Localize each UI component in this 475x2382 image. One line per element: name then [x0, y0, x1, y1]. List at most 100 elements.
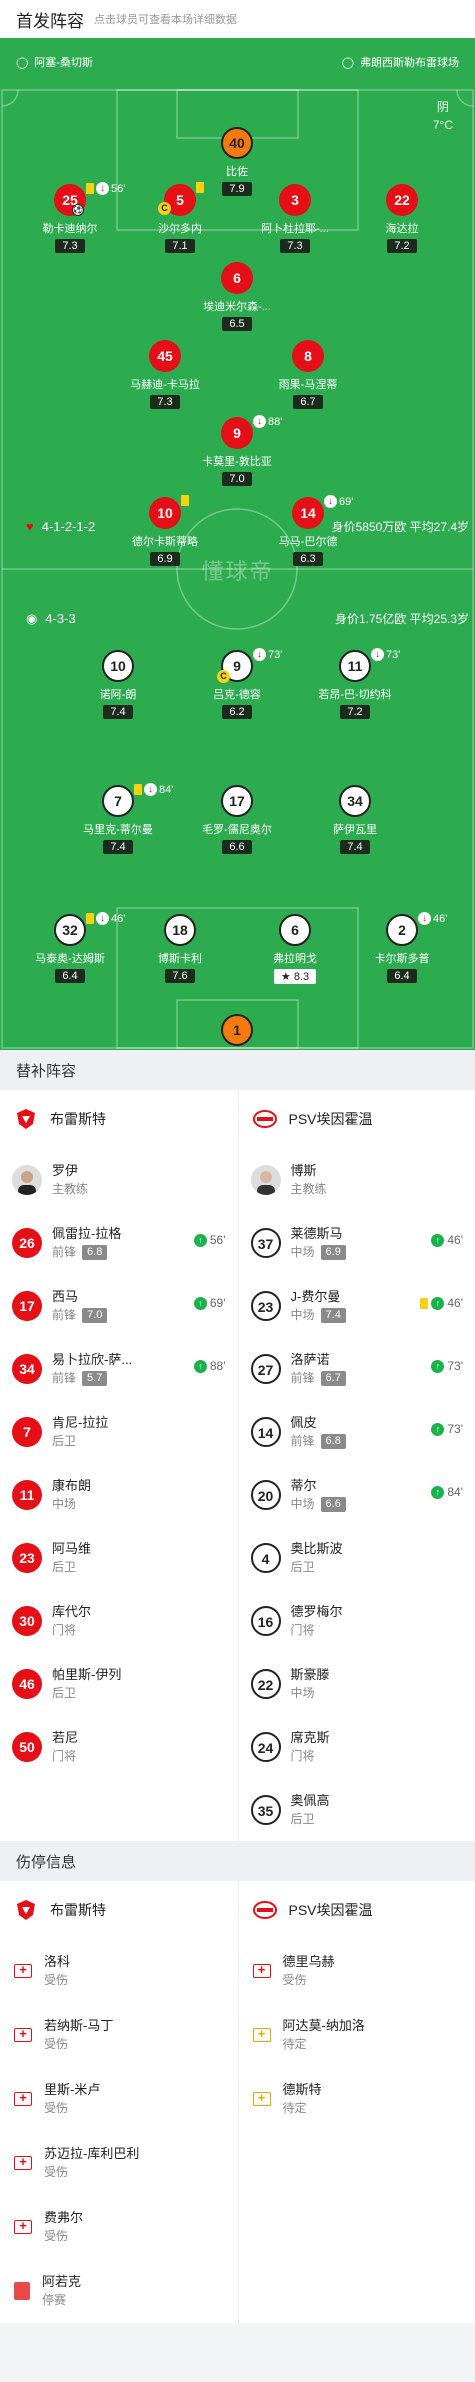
injury-status: 受伤 [44, 2101, 69, 2115]
player-events: ↓ 56' [86, 182, 125, 195]
home-injuries-team[interactable]: 布雷斯特 [0, 1881, 238, 1939]
sub-name: 斯豪滕 [290, 1666, 330, 1682]
captain-icon: C [158, 202, 171, 215]
home-formation-row: ♥ 4-1-2-1-2 身价5850万欧 平均27.4岁 [26, 518, 469, 535]
watermark: 懂球帝 [201, 559, 274, 584]
sub-rating: 6.8 [82, 1244, 108, 1260]
injury-row[interactable]: 苏迈拉-库利巴利受伤 [0, 2131, 238, 2195]
injury-row[interactable]: 费弗尔受伤 [0, 2195, 238, 2259]
injury-name: 阿若克 [42, 2274, 82, 2289]
sub-position-row: 前锋 7.0 [52, 1306, 108, 1325]
sub-row[interactable]: 16 德罗梅尔 门将 [239, 1589, 475, 1652]
away-player[interactable]: 32 ↓ 46' 马泰奥-达姆斯 6.4 [20, 912, 125, 984]
whistle-icon: ◯ [16, 56, 29, 69]
away-player[interactable]: 10 诺阿-朗 7.4 [68, 650, 168, 720]
home-player[interactable]: 3 阿卜杜拉耶-... 7.3 [245, 184, 345, 254]
home-player[interactable]: 9 ↓ 88' 卡莫里-敦比亚 7.0 [187, 415, 287, 487]
player-number: 34 [339, 785, 371, 817]
home-player[interactable]: 45 马赫迪-卡马拉 7.3 [115, 340, 215, 410]
injury-row[interactable]: 阿若克 停赛 [0, 2259, 238, 2323]
away-coach[interactable]: 博斯 主教练 [239, 1148, 475, 1211]
player-number: 10 [149, 497, 181, 529]
player-rating: 6.2 [222, 705, 252, 719]
away-injuries-team[interactable]: PSV埃因霍温 [239, 1881, 475, 1939]
sub-number: 46 [12, 1668, 42, 1699]
home-player[interactable]: 25 ⚽ ↓ 56' 勒卡迪纳尔 7.3 [20, 182, 125, 254]
player-rating: 7.3 [55, 239, 85, 253]
sub-row[interactable]: 50 若尼 门将 [0, 1715, 238, 1778]
injury-status: 受伤 [44, 2165, 69, 2179]
sub-row[interactable]: 4 奥比斯波 后卫 [239, 1526, 475, 1589]
away-player[interactable]: 34 萨伊瓦里 7.4 [305, 785, 405, 855]
injury-row[interactable]: 德斯特待定 [239, 2067, 475, 2131]
sub-row[interactable]: 34 易卜拉欣-萨... 前锋 5.7 ↑ 88' [0, 1337, 238, 1400]
injury-row[interactable]: 洛科受伤 [0, 1939, 238, 2003]
injury-row[interactable]: 里斯-米卢受伤 [0, 2067, 238, 2131]
sub-row[interactable]: 30 库代尔 门将 [0, 1589, 238, 1652]
medical-kit-icon [14, 1962, 32, 1978]
sub-position: 后卫 [290, 1559, 315, 1574]
away-player[interactable]: 7 ↓ 84' 马里克-蒂尔曼 7.4 [68, 783, 173, 855]
sub-name: 奥比斯波 [290, 1540, 343, 1556]
sub-row[interactable]: 35 奥佩高 后卫 [239, 1778, 475, 1841]
medical-kit-icon [14, 2218, 32, 2234]
away-player[interactable]: 2 ↓ 46' 卡尔斯多普 6.4 [352, 912, 452, 984]
home-player[interactable]: 14 ↓ 69' 马马-巴尔德 6.3 [258, 495, 358, 567]
away-player[interactable]: 18 博斯卡利 7.6 [130, 914, 230, 984]
injury-status: 受伤 [44, 1973, 69, 1987]
home-player[interactable]: 22 海达拉 7.2 [352, 184, 452, 254]
player-name: 德尔卡斯蒂略 [132, 536, 198, 548]
sub-in-minute: 84' [447, 1485, 463, 1499]
home-player[interactable]: 6 埃迪米尔森-... 6.5 [187, 262, 287, 332]
sub-row[interactable]: 20 蒂尔 中场 6.6 ↑ 84' [239, 1463, 475, 1526]
injury-name: 阿达莫-纳加洛 [282, 2018, 365, 2033]
sub-position: 中场 [52, 1496, 77, 1511]
injury-row[interactable]: 阿达莫-纳加洛待定 [239, 2003, 475, 2067]
away-subs-team[interactable]: PSV埃因霍温 [239, 1090, 475, 1148]
sub-row[interactable]: 22 斯豪滕 中场 [239, 1652, 475, 1715]
home-subs-team[interactable]: 布雷斯特 [0, 1090, 238, 1148]
home-coach[interactable]: 罗伊 主教练 [0, 1148, 238, 1211]
sub-info: 阿马维 后卫 [52, 1539, 91, 1577]
rating-value: 6.4 [62, 970, 78, 982]
sub-rating: 7.0 [82, 1307, 108, 1323]
home-player[interactable]: 10 德尔卡斯蒂略 6.9 [115, 495, 215, 567]
injury-row[interactable]: 若纳斯-马丁受伤 [0, 2003, 238, 2067]
injury-row[interactable]: 德里乌赫受伤 [239, 1939, 475, 2003]
away-player[interactable]: 11 ↓ 73' 若昂-巴-切约科 7.2 [305, 648, 405, 720]
sub-row[interactable]: 24 席克斯 门将 [239, 1715, 475, 1778]
sub-position-row: 前锋 6.8 [52, 1243, 121, 1262]
player-name: 毛罗-儒尼奥尔 [202, 824, 272, 836]
away-player[interactable]: 6 弗拉明戈 ★ 8.3 [245, 914, 345, 985]
sub-row[interactable]: 26 佩雷拉-拉格 前锋 6.8 ↑ 56' [0, 1211, 238, 1274]
sub-row[interactable]: 46 帕里斯-伊列 后卫 [0, 1652, 238, 1715]
player-rating: 7.4 [340, 840, 370, 854]
player-number: 45 [149, 340, 181, 372]
sub-in-info: ↑ 73' [431, 1422, 463, 1436]
sub-out-icon: ↓ [371, 648, 384, 661]
sub-row[interactable]: 7 肯尼-拉拉 后卫 [0, 1400, 238, 1463]
rating-value: 7.4 [347, 841, 363, 853]
home-player[interactable]: 8 雨果-马涅蒂 6.7 [258, 340, 358, 410]
coach-role: 主教练 [290, 1181, 327, 1196]
sub-name: 奥佩高 [290, 1792, 330, 1808]
sub-position: 门将 [290, 1748, 315, 1763]
sub-row[interactable]: 11 康布朗 中场 [0, 1463, 238, 1526]
sub-rating: 6.6 [320, 1496, 346, 1512]
sub-row[interactable]: 23 阿马维 后卫 [0, 1526, 238, 1589]
sub-out-icon: ↓ [96, 182, 109, 195]
sub-row[interactable]: 14 佩皮 前锋 6.8 ↑ 73' [239, 1400, 475, 1463]
sub-row[interactable]: 37 莱德斯马 中场 6.9 ↑ 46' [239, 1211, 475, 1274]
sub-row[interactable]: 27 洛萨诺 前锋 6.7 ↑ 73' [239, 1337, 475, 1400]
sub-name: 蒂尔 [290, 1477, 317, 1493]
home-player[interactable]: 5 C 沙尔多内 7.1 [130, 182, 230, 254]
away-player[interactable]: 9 C ↓ 73' 吕克-德容 6.2 [187, 648, 287, 720]
home-injuries-column: 布雷斯特 洛科受伤若纳斯-马丁受伤里斯-米卢受伤苏迈拉-库利巴利受伤费弗尔受伤阿… [0, 1881, 238, 2323]
sub-in-icon: ↑ [193, 1359, 207, 1373]
sub-in-info: ↑ 73' [431, 1359, 463, 1373]
away-player[interactable]: 17 毛罗-儒尼奥尔 6.6 [187, 785, 287, 855]
rating-value: 6.9 [157, 553, 173, 565]
sub-row[interactable]: 17 西马 前锋 7.0 ↑ 69' [0, 1274, 238, 1337]
sub-row[interactable]: 23 J-费尔曼 中场 7.4 ↑ 46' [239, 1274, 475, 1337]
away-player[interactable]: 1瓦尔特-贝尼...7.3 [187, 1014, 287, 1050]
